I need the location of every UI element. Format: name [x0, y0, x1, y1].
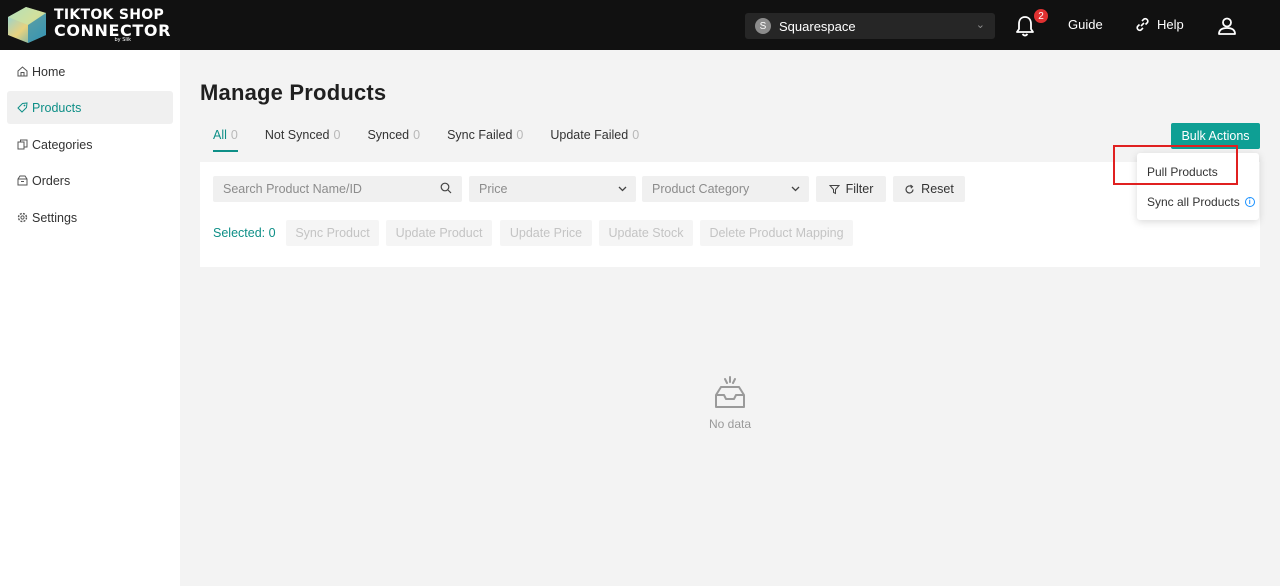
update-product-button[interactable]: Update Product [386, 220, 492, 246]
sidebar-item-label: Products [32, 100, 82, 115]
tab-count: 0 [413, 128, 421, 142]
gear-icon [17, 212, 28, 223]
selected-count: Selected: 0 [213, 226, 276, 240]
logo-line2: CONNECTOR [54, 20, 172, 40]
tab-count: 0 [333, 128, 341, 142]
store-avatar: S [755, 18, 771, 34]
empty-state: No data [700, 375, 760, 431]
reset-button[interactable]: Reset [893, 176, 965, 202]
help-label: Help [1157, 17, 1184, 32]
product-category-select[interactable]: Product Category [642, 176, 809, 202]
copy-icon [17, 139, 28, 150]
category-placeholder: Product Category [652, 182, 750, 196]
highlight-box [1113, 145, 1238, 185]
guide-link[interactable]: Guide [1068, 17, 1103, 32]
sidebar: Home Products Categories Orders Settings [0, 50, 180, 586]
tab-label: Sync Failed [447, 128, 513, 142]
tab-label: Not Synced [264, 128, 330, 142]
sidebar-item-categories[interactable]: Categories [7, 128, 173, 161]
reset-label: Reset [921, 182, 954, 196]
empty-text: No data [708, 417, 752, 431]
tab-synced[interactable]: Synced 0 [367, 128, 420, 152]
menu-item-sync-all-products[interactable]: Sync all Products i [1147, 195, 1255, 209]
sidebar-item-label: Orders [32, 173, 71, 188]
chevron-down-icon: ⌄ [975, 19, 985, 31]
store-name: Squarespace [779, 18, 856, 34]
sidebar-item-orders[interactable]: Orders [7, 164, 173, 197]
chevron-down-icon [618, 186, 627, 192]
sidebar-item-label: Categories [32, 137, 93, 152]
user-icon[interactable] [1217, 16, 1237, 36]
box-icon [17, 175, 28, 186]
notification-badge: 2 [1033, 8, 1049, 24]
search-input[interactable]: Search Product Name/ID [213, 176, 462, 202]
tag-icon [17, 102, 28, 113]
tab-sync-failed[interactable]: Sync Failed 0 [447, 128, 523, 152]
link-icon [1136, 17, 1149, 32]
sidebar-item-products[interactable]: Products [7, 91, 173, 124]
store-select[interactable]: S Squarespace ⌄ [745, 13, 995, 39]
status-tabs: All 0 Not Synced 0 Synced 0 Sync Failed 0 Up… [213, 128, 666, 154]
search-icon [440, 182, 452, 194]
delete-product-mapping-button[interactable]: Delete Product Mapping [700, 220, 853, 246]
bell-icon[interactable] [1015, 15, 1035, 37]
reset-icon [905, 184, 914, 193]
filter-icon [828, 184, 840, 194]
tab-label: Update Failed [550, 128, 629, 142]
tab-update-failed[interactable]: Update Failed 0 [550, 128, 639, 152]
help-link[interactable]: Help [1134, 16, 1184, 33]
update-stock-button[interactable]: Update Stock [599, 220, 693, 246]
update-price-button[interactable]: Update Price [500, 220, 592, 246]
app-logo[interactable]: TIKTOK SHOP CONNECTOR by Slik [6, 5, 171, 45]
chevron-down-icon [791, 186, 800, 192]
filter-label: Filter [845, 182, 874, 196]
tab-count: 0 [516, 128, 524, 142]
tab-count: 0 [230, 128, 238, 142]
filter-button[interactable]: Filter [816, 176, 886, 202]
price-placeholder: Price [479, 182, 508, 196]
tab-not-synced[interactable]: Not Synced 0 [265, 128, 341, 152]
menu-item-label: Sync all Products [1147, 195, 1240, 209]
page-title: Manage Products [200, 80, 387, 105]
tab-label: Synced [367, 128, 410, 142]
sidebar-item-label: Home [32, 64, 66, 79]
sidebar-item-home[interactable]: Home [7, 55, 173, 88]
tab-all[interactable]: All 0 [213, 128, 238, 152]
info-icon[interactable]: i [1244, 197, 1255, 207]
price-select[interactable]: Price [469, 176, 636, 202]
sync-product-button[interactable]: Sync Product [286, 220, 379, 246]
empty-inbox-icon [715, 376, 745, 408]
top-bar: TIKTOK SHOP CONNECTOR by Slik S Squaresp… [0, 0, 1280, 50]
logo-mark-icon [8, 7, 46, 43]
tab-count: 0 [632, 128, 640, 142]
sidebar-item-settings[interactable]: Settings [7, 201, 173, 234]
sidebar-item-label: Settings [32, 210, 78, 225]
filter-panel: Search Product Name/ID Price Product Cat… [200, 162, 1260, 267]
home-icon [17, 66, 28, 77]
search-placeholder: Search Product Name/ID [223, 182, 362, 196]
tab-label: All [213, 128, 227, 142]
